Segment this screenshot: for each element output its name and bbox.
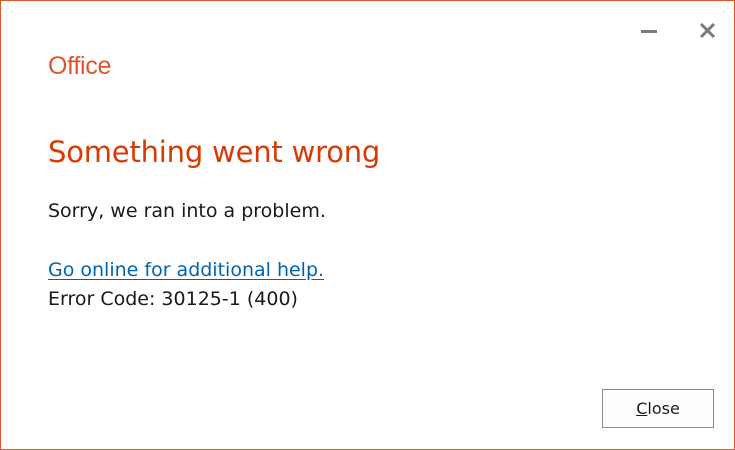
- close-icon: [699, 22, 716, 39]
- window-close-button[interactable]: [692, 15, 722, 45]
- online-help-link[interactable]: Go online for additional help.: [48, 259, 324, 281]
- error-heading: Something went wrong: [48, 135, 381, 169]
- close-button-label: lose: [647, 399, 680, 418]
- minimize-icon: [641, 30, 657, 33]
- office-logo: Office: [48, 52, 112, 80]
- close-button[interactable]: Close: [602, 389, 714, 428]
- error-dialog-window: Office Something went wrong Sorry, we ra…: [0, 0, 735, 450]
- minimize-button[interactable]: [634, 15, 664, 45]
- error-message: Sorry, we ran into a problem.: [48, 200, 326, 222]
- error-code-text: Error Code: 30125-1 (400): [48, 288, 298, 310]
- close-button-accelerator: C: [636, 399, 648, 418]
